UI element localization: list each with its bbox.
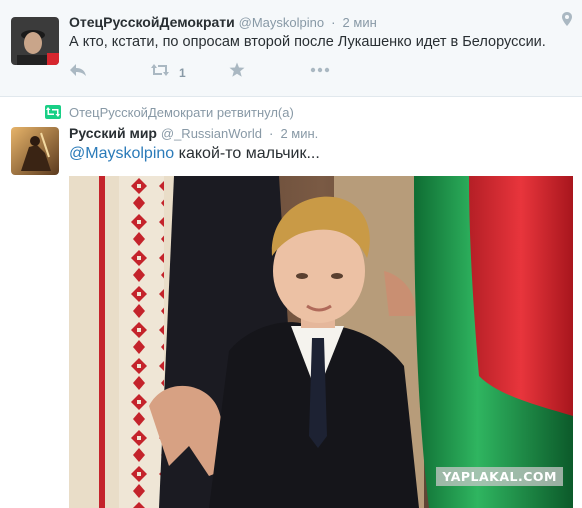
retweet-notice-text[interactable]: ОтецРусскойДемократи ретвитнул(а) (69, 105, 294, 120)
author-handle[interactable]: @_RussianWorld (161, 126, 262, 141)
tweet-time[interactable]: 2 мин. (280, 126, 318, 141)
tweet-1-header: ОтецРусскойДемократи @Mayskolpino · 2 ми… (69, 14, 377, 30)
tweet-1-actions: 1 (69, 62, 369, 82)
more-icon[interactable] (310, 62, 330, 78)
avatar-russian-world[interactable] (11, 127, 59, 175)
tweet-2-body: какой-то мальчик... (174, 145, 320, 162)
reply-icon[interactable] (69, 62, 87, 78)
retweet-icon[interactable] (150, 62, 170, 78)
author-handle[interactable]: @Mayskolpino (239, 15, 324, 30)
separator-dot: · (330, 14, 336, 30)
tweet-time[interactable]: 2 мин (343, 15, 377, 30)
tweet-1[interactable]: ОтецРусскойДемократи @Mayskolpino · 2 ми… (0, 0, 582, 97)
tweet-1-text: А кто, кстати, по опросам второй после Л… (69, 34, 546, 50)
tweet-2[interactable]: ОтецРусскойДемократи ретвитнул(а) Русски… (0, 97, 582, 508)
photo-illustration (69, 176, 573, 508)
tweet-photo[interactable]: YAPLAKAL.COM (69, 176, 573, 508)
mention-link[interactable]: @Mayskolpino (69, 145, 174, 162)
watermark: YAPLAKAL.COM (436, 467, 563, 486)
retweet-badge-icon (45, 105, 61, 119)
retweet-count: 1 (179, 66, 186, 80)
favorite-icon[interactable] (229, 62, 245, 78)
author-name[interactable]: ОтецРусскойДемократи (69, 14, 235, 30)
author-name[interactable]: Русский мир (69, 125, 157, 141)
tweet-2-text: @Mayskolpino какой-то мальчик... (69, 145, 320, 163)
separator-dot: · (268, 125, 274, 141)
location-pin-icon[interactable] (562, 12, 572, 31)
tweet-2-header: Русский мир @_RussianWorld · 2 мин. (69, 125, 318, 141)
avatar-otets[interactable] (11, 17, 59, 65)
